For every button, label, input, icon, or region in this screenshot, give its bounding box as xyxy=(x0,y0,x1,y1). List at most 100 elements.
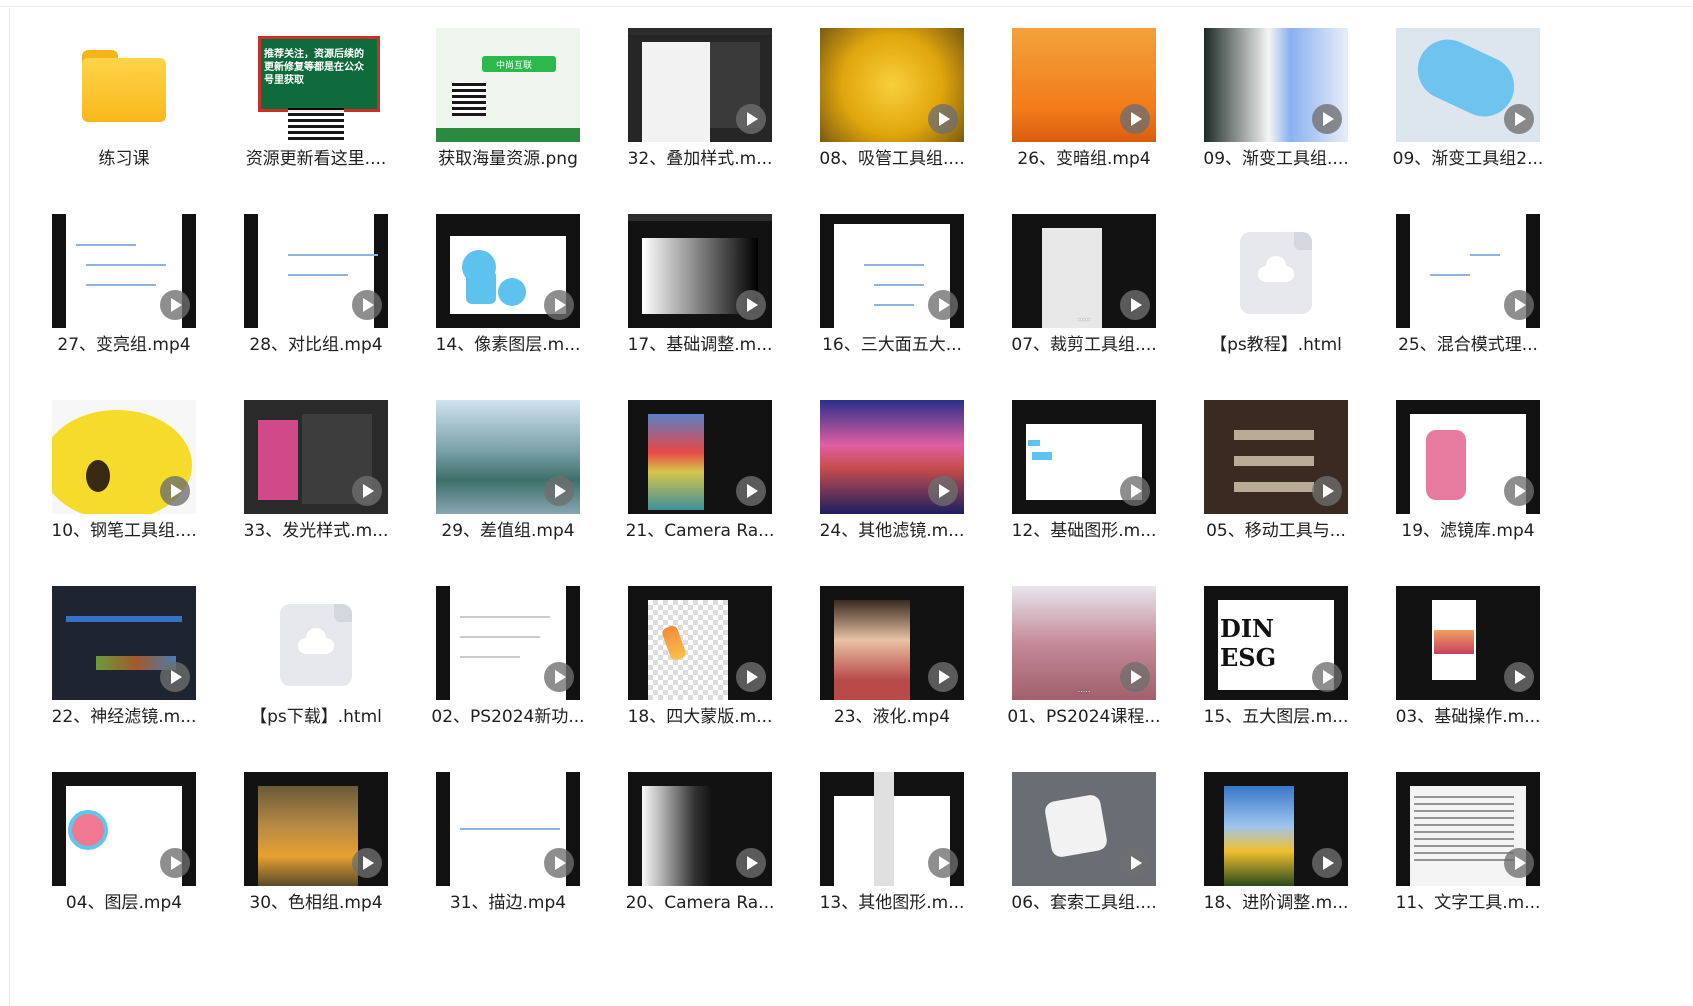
file-item[interactable]: 19、滤镜库.mp4 xyxy=(1374,400,1562,586)
video-thumbnail xyxy=(1396,586,1540,700)
play-icon xyxy=(1312,662,1342,692)
file-item[interactable]: 21、Camera Ra... xyxy=(606,400,794,586)
file-item[interactable]: 08、吸管工具组.... xyxy=(798,28,986,214)
play-icon xyxy=(1504,662,1534,692)
file-item[interactable]: 10、钢笔工具组.... xyxy=(30,400,218,586)
file-item[interactable]: 26、变暗组.mp4 xyxy=(990,28,1178,214)
file-item[interactable]: ..... 07、裁剪工具组.... xyxy=(990,214,1178,400)
play-icon xyxy=(1312,848,1342,878)
video-thumbnail xyxy=(1012,28,1156,142)
file-item[interactable]: 18、进阶调整.m... xyxy=(1182,772,1370,958)
file-item[interactable]: 【ps下载】.html xyxy=(222,586,410,772)
file-item[interactable]: 23、液化.mp4 xyxy=(798,586,986,772)
file-name: 18、进阶调整.m... xyxy=(1203,893,1349,913)
play-icon xyxy=(736,662,766,692)
file-item[interactable]: 03、基础操作.m... xyxy=(1374,586,1562,772)
play-icon xyxy=(544,476,574,506)
file-item[interactable]: 24、其他滤镜.m... xyxy=(798,400,986,586)
file-item[interactable]: 16、三大面五大... xyxy=(798,214,986,400)
file-item[interactable]: 25、混合模式理... xyxy=(1374,214,1562,400)
html-cloud-icon xyxy=(1240,232,1312,314)
file-item[interactable]: 【ps教程】.html xyxy=(1182,214,1370,400)
video-thumbnail xyxy=(244,214,388,328)
file-name: 10、钢笔工具组.... xyxy=(51,521,197,541)
file-item[interactable]: 30、色相组.mp4 xyxy=(222,772,410,958)
file-item[interactable]: ..... 01、PS2024课程... xyxy=(990,586,1178,772)
file-item[interactable]: DIN ESG 15、五大图层.m... xyxy=(1182,586,1370,772)
image-thumbnail: 中尚互联 xyxy=(436,28,580,142)
play-icon xyxy=(1504,848,1534,878)
file-item[interactable]: 18、四大蒙版.m... xyxy=(606,586,794,772)
file-item[interactable]: 推荐关注，资源后续的更新修复等都是在公众号里获取 资源更新看这里.... xyxy=(222,28,410,214)
file-name: 19、滤镜库.mp4 xyxy=(1401,521,1535,541)
thumb-text: 推荐关注，资源后续的更新修复等都是在公众号里获取 xyxy=(264,49,364,86)
file-item[interactable]: 06、套索工具组.... xyxy=(990,772,1178,958)
play-icon xyxy=(928,476,958,506)
video-thumbnail: ..... xyxy=(1012,586,1156,700)
play-icon xyxy=(736,848,766,878)
file-name: 23、液化.mp4 xyxy=(833,707,951,727)
play-icon xyxy=(544,290,574,320)
file-item[interactable]: 22、神经滤镜.m... xyxy=(30,586,218,772)
video-thumbnail xyxy=(244,400,388,514)
file-item[interactable]: 29、差值组.mp4 xyxy=(414,400,602,586)
file-item[interactable]: 14、像素图层.m... xyxy=(414,214,602,400)
video-thumbnail xyxy=(436,586,580,700)
folder-icon xyxy=(82,50,166,122)
file-name: 28、对比组.mp4 xyxy=(249,335,383,355)
file-name: 07、裁剪工具组.... xyxy=(1011,335,1157,355)
file-name: 01、PS2024课程... xyxy=(1007,707,1161,727)
video-thumbnail xyxy=(628,772,772,886)
file-item[interactable]: 31、描边.mp4 xyxy=(414,772,602,958)
video-thumbnail xyxy=(628,214,772,328)
play-icon xyxy=(352,476,382,506)
file-name: 24、其他滤镜.m... xyxy=(819,521,965,541)
video-thumbnail xyxy=(52,400,196,514)
video-thumbnail xyxy=(628,586,772,700)
file-name: 练习课 xyxy=(98,149,150,169)
file-item[interactable]: 05、移动工具与... xyxy=(1182,400,1370,586)
video-thumbnail: ..... xyxy=(1012,214,1156,328)
file-item[interactable]: 练习课 xyxy=(30,28,218,214)
file-name: 31、描边.mp4 xyxy=(449,893,567,913)
file-item[interactable]: 33、发光样式.m... xyxy=(222,400,410,586)
video-thumbnail xyxy=(1012,772,1156,886)
file-item[interactable]: 13、其他图形.m... xyxy=(798,772,986,958)
file-item[interactable]: 17、基础调整.m... xyxy=(606,214,794,400)
file-name: 21、Camera Ra... xyxy=(625,521,775,541)
file-item[interactable]: 11、文字工具.m... xyxy=(1374,772,1562,958)
play-icon xyxy=(160,290,190,320)
file-name: 33、发光样式.m... xyxy=(243,521,389,541)
play-icon xyxy=(352,848,382,878)
file-name: 17、基础调整.m... xyxy=(627,335,773,355)
left-divider xyxy=(9,8,10,1006)
file-item[interactable]: 27、变亮组.mp4 xyxy=(30,214,218,400)
file-item[interactable]: 28、对比组.mp4 xyxy=(222,214,410,400)
play-icon xyxy=(1120,104,1150,134)
file-item[interactable]: 09、渐变工具组2... xyxy=(1374,28,1562,214)
play-icon xyxy=(160,476,190,506)
file-item[interactable]: 中尚互联 获取海量资源.png xyxy=(414,28,602,214)
file-item[interactable]: 12、基础图形.m... xyxy=(990,400,1178,586)
video-thumbnail xyxy=(52,214,196,328)
html-cloud-icon xyxy=(280,604,352,686)
file-name: 14、像素图层.m... xyxy=(435,335,581,355)
file-name: 11、文字工具.m... xyxy=(1395,893,1541,913)
file-item[interactable]: 32、叠加样式.m... xyxy=(606,28,794,214)
image-thumbnail: 推荐关注，资源后续的更新修复等都是在公众号里获取 xyxy=(244,28,388,142)
video-thumbnail xyxy=(1396,772,1540,886)
play-icon xyxy=(1120,662,1150,692)
video-thumbnail xyxy=(436,400,580,514)
play-icon xyxy=(352,290,382,320)
file-name: 30、色相组.mp4 xyxy=(249,893,383,913)
file-item[interactable]: 04、图层.mp4 xyxy=(30,772,218,958)
file-item[interactable]: 09、渐变工具组.... xyxy=(1182,28,1370,214)
file-name: 26、变暗组.mp4 xyxy=(1017,149,1151,169)
play-icon xyxy=(928,290,958,320)
video-thumbnail: DIN ESG xyxy=(1204,586,1348,700)
file-item[interactable]: 20、Camera Ra... xyxy=(606,772,794,958)
file-item[interactable]: 02、PS2024新功... xyxy=(414,586,602,772)
play-icon xyxy=(160,848,190,878)
video-thumbnail xyxy=(1012,400,1156,514)
play-icon xyxy=(736,476,766,506)
